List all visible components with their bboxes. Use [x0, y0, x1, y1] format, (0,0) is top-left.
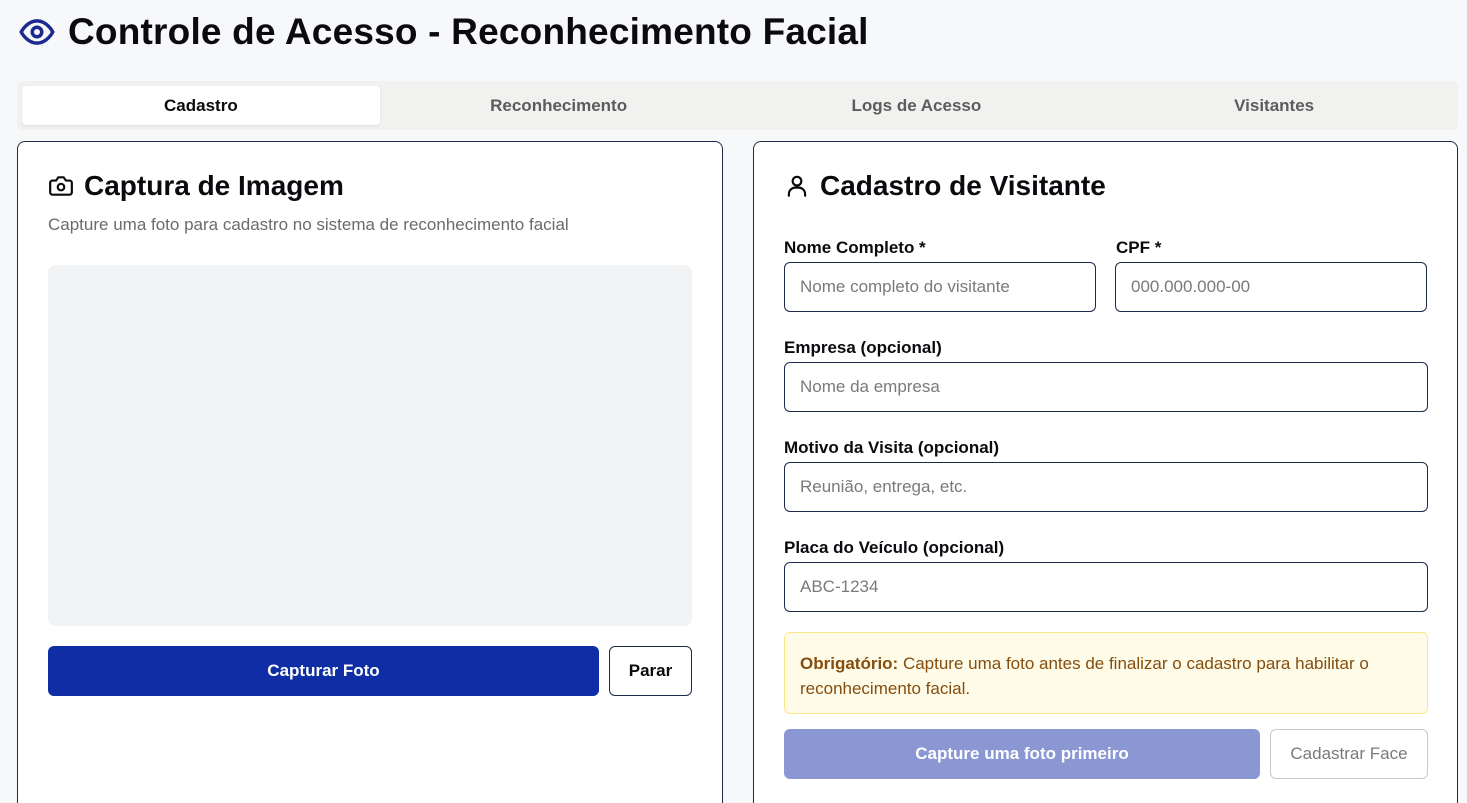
visitor-registration-card: Cadastro de Visitante Nome Completo * No… [753, 141, 1458, 803]
plate-input[interactable]: ABC-1234 [784, 562, 1428, 612]
company-input[interactable]: Nome da empresa [784, 362, 1428, 412]
image-capture-card: Captura de Imagem Capture uma foto para … [17, 141, 723, 803]
page-title: Controle de Acesso - Reconhecimento Faci… [68, 11, 869, 52]
form-card-title: Cadastro de Visitante [784, 170, 1106, 202]
reason-label: Motivo da Visita (opcional) [784, 438, 1000, 457]
capture-photo-button[interactable]: Capturar Foto [48, 646, 599, 696]
tab-logs-de-acesso[interactable]: Logs de Acesso [738, 86, 1096, 125]
notice-bold: Obrigatório: [800, 654, 899, 673]
eye-icon [19, 19, 55, 45]
tab-visitantes[interactable]: Visitantes [1095, 86, 1453, 125]
company-label: Empresa (opcional) [784, 338, 942, 357]
cpf-input[interactable]: 000.000.000-00 [1115, 262, 1427, 312]
tab-cadastro[interactable]: Cadastro [22, 86, 380, 125]
page-header: Controle de Acesso - Reconhecimento Faci… [18, 8, 869, 56]
reason-input[interactable]: Reunião, entrega, etc. [784, 462, 1428, 512]
plate-label: Placa do Veículo (opcional) [784, 538, 1005, 557]
user-icon [787, 175, 807, 197]
capture-card-title: Captura de Imagem [48, 170, 344, 202]
submit-registration-button[interactable]: Capture uma foto primeiro [784, 729, 1260, 779]
form-title-text: Cadastro de Visitante [820, 170, 1106, 201]
camera-icon [49, 176, 73, 196]
tab-reconhecimento[interactable]: Reconhecimento [380, 86, 738, 125]
name-label: Nome Completo * [784, 238, 926, 257]
register-face-button[interactable]: Cadastrar Face [1270, 729, 1428, 779]
stop-button[interactable]: Parar [609, 646, 692, 696]
name-input[interactable]: Nome completo do visitante [784, 262, 1096, 312]
tab-bar: Cadastro Reconhecimento Logs de Acesso V… [17, 81, 1458, 130]
camera-preview [48, 265, 692, 626]
capture-subtitle: Capture uma foto para cadastro no sistem… [48, 215, 569, 234]
capture-title-text: Captura de Imagem [84, 170, 344, 201]
required-photo-notice: Obrigatório: Capture uma foto antes de f… [784, 632, 1428, 714]
cpf-label: CPF * [1116, 238, 1162, 257]
